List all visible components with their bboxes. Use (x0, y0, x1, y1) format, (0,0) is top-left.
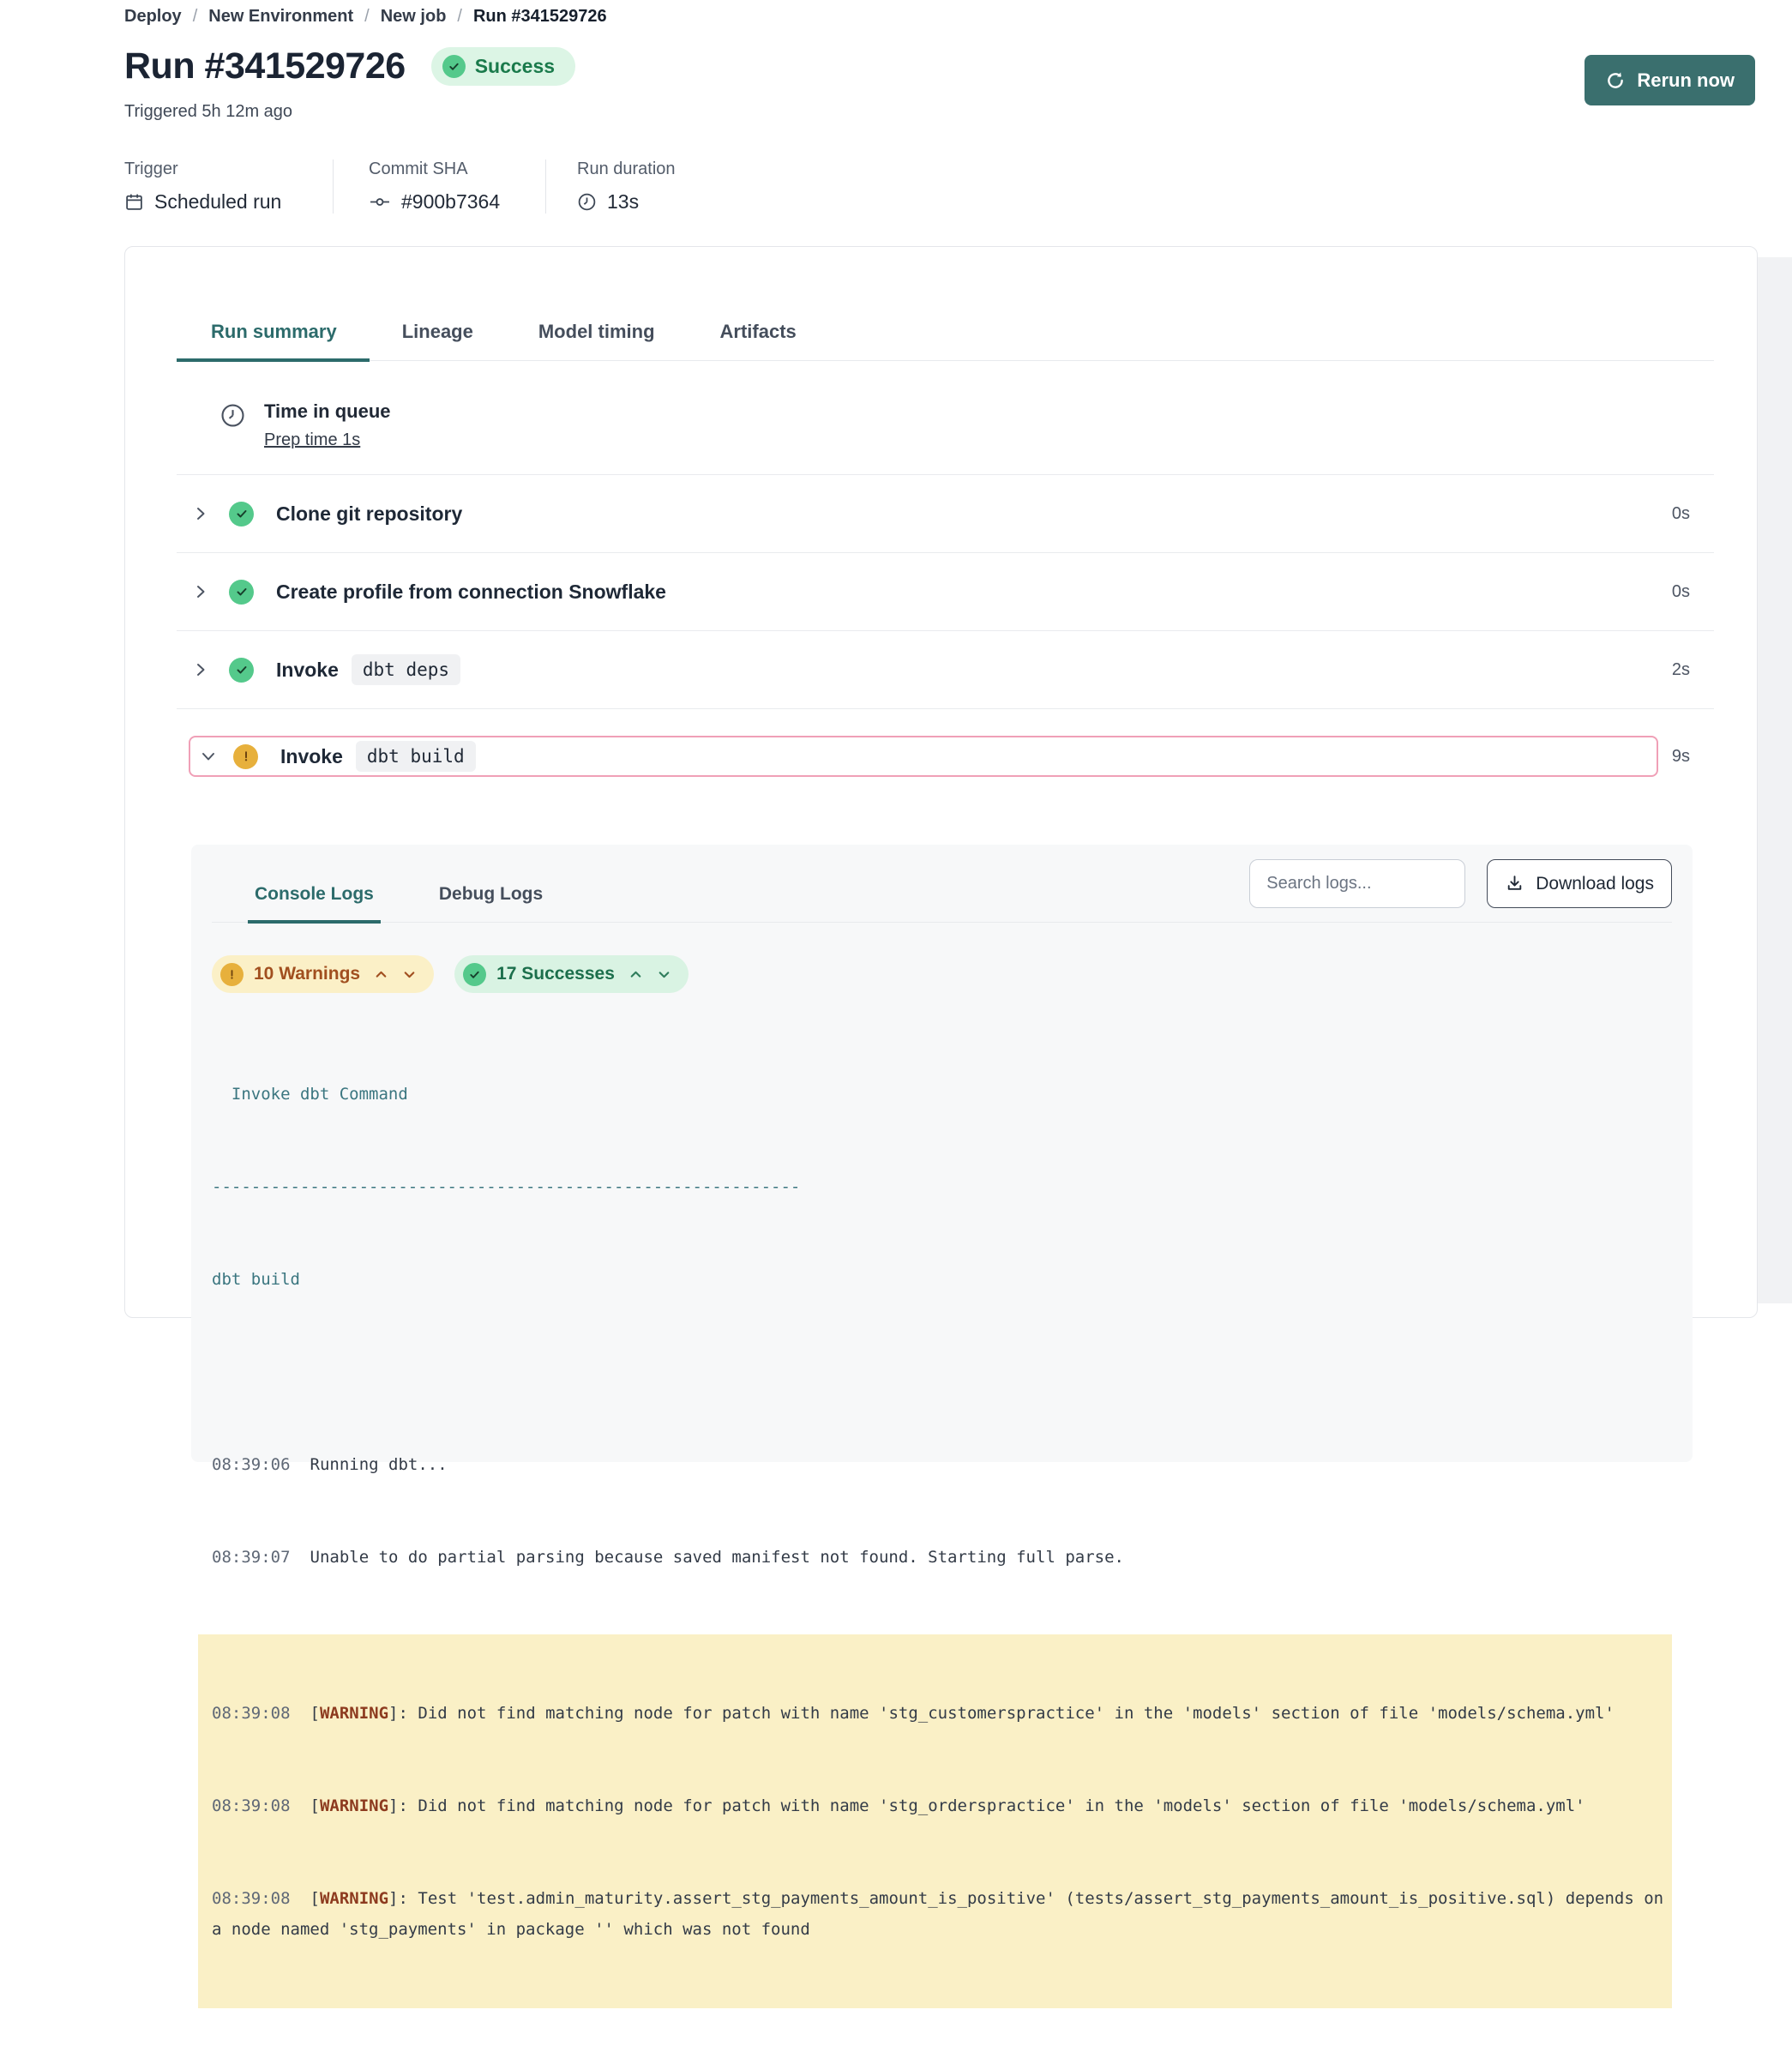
step-row-clone-git[interactable]: Clone git repository 0s (177, 475, 1714, 553)
run-summary-card: Run summary Lineage Model timing Artifac… (124, 246, 1758, 1318)
calendar-icon (124, 192, 144, 212)
duration-value: 13s (577, 190, 676, 214)
commit-info: Commit SHA #900b7364 (333, 159, 545, 214)
breadcrumb: Deploy / New Environment / New job / Run… (124, 7, 1758, 27)
log-line: 08:39:06Running dbt... (212, 1449, 1672, 1480)
rerun-now-button[interactable]: Rerun now (1585, 55, 1755, 105)
step-title: Create profile from connection Snowflake (276, 581, 666, 604)
tab-model-timing[interactable]: Model timing (506, 321, 688, 360)
successes-badge[interactable]: 17 Successes (454, 955, 689, 993)
chevron-right-icon[interactable] (191, 660, 210, 679)
warning-log-block: 08:39:08[WARNING]: Did not find matching… (198, 1634, 1672, 2008)
tab-lineage[interactable]: Lineage (370, 321, 506, 360)
download-logs-button[interactable]: Download logs (1487, 859, 1672, 908)
chevron-down-icon[interactable] (199, 747, 218, 766)
commit-value: #900b7364 (369, 190, 511, 214)
time-in-queue-section: Time in queue Prep time 1s (177, 400, 1714, 450)
chevron-right-icon[interactable] (191, 504, 210, 523)
warning-log-line: 08:39:08[WARNING]: Did not find matching… (212, 1790, 1672, 1821)
tab-bar: Run summary Lineage Model timing Artifac… (177, 321, 1714, 361)
breadcrumb-separator: / (364, 7, 370, 27)
warning-log-line: 08:39:08[WARNING]: Test 'test.admin_matu… (212, 1883, 1672, 1945)
run-info-row: Trigger Scheduled run Commit SHA #900b73… (124, 159, 1758, 214)
duration-label: Run duration (577, 159, 676, 179)
duration-info: Run duration 13s (545, 159, 710, 214)
download-icon (1505, 874, 1524, 894)
page-title: Run #341529726 (124, 45, 406, 87)
warnings-next-chevron-down-icon[interactable] (402, 967, 417, 982)
successes-next-chevron-down-icon[interactable] (657, 967, 671, 982)
chevron-right-icon[interactable] (191, 582, 210, 601)
rerun-icon (1605, 70, 1626, 91)
step-duration: 2s (1672, 660, 1690, 680)
log-line: 08:39:07Unable to do partial parsing bec… (212, 1542, 1672, 1573)
triggered-timestamp: Triggered 5h 12m ago (124, 102, 1758, 122)
success-check-icon (229, 658, 254, 683)
download-button-label: Download logs (1536, 874, 1654, 894)
success-check-icon (463, 963, 486, 986)
title-row: Run #341529726 Success (124, 45, 1758, 87)
breadcrumb-current-run: Run #341529726 (473, 7, 607, 27)
warning-icon (233, 744, 258, 769)
clock-icon (219, 400, 246, 450)
breadcrumb-deploy[interactable]: Deploy (124, 7, 182, 27)
success-check-icon (442, 55, 466, 78)
page-background-gutter (1758, 257, 1792, 1303)
step-duration: 0s (1672, 582, 1690, 602)
step-duration: 0s (1672, 504, 1690, 524)
warning-icon (220, 963, 244, 986)
log-command-header: Invoke dbt Command (212, 1079, 1672, 1110)
tab-run-summary[interactable]: Run summary (177, 321, 370, 360)
step-title: Invoke (280, 745, 343, 768)
log-tabs: Console Logs Debug Logs (212, 872, 608, 922)
successes-prev-chevron-up-icon[interactable] (628, 967, 643, 982)
successes-badge-label: 17 Successes (496, 964, 615, 984)
clock-icon (577, 192, 597, 212)
log-controls: Download logs (1249, 859, 1672, 908)
success-check-icon (229, 580, 254, 605)
log-blank-line (212, 1357, 1672, 1387)
command-chip: dbt build (356, 741, 476, 772)
commit-icon (369, 192, 391, 212)
log-command: dbt build (212, 1264, 1672, 1295)
step-duration: 9s (1672, 747, 1690, 767)
command-chip: dbt deps (352, 654, 460, 685)
tab-artifacts[interactable]: Artifacts (688, 321, 829, 360)
step-row-create-profile[interactable]: Create profile from connection Snowflake… (177, 553, 1714, 631)
log-panel: Console Logs Debug Logs Download logs (191, 845, 1693, 1462)
trigger-value: Scheduled run (124, 190, 298, 214)
search-logs-input[interactable] (1249, 859, 1465, 908)
warning-log-line: 08:39:08[WARNING]: Did not find matching… (212, 1698, 1672, 1729)
console-log-output: Invoke dbt Command ---------------------… (212, 1017, 1672, 2070)
step-title: Clone git repository (276, 502, 462, 526)
commit-label: Commit SHA (369, 159, 511, 179)
rerun-button-label: Rerun now (1637, 69, 1735, 92)
warnings-prev-chevron-up-icon[interactable] (374, 967, 388, 982)
step-row-dbt-deps[interactable]: Invoke dbt deps 2s (177, 631, 1714, 709)
breadcrumb-separator: / (193, 7, 198, 27)
trigger-info: Trigger Scheduled run (124, 159, 333, 214)
warnings-badge[interactable]: 10 Warnings (212, 955, 434, 993)
step-row-dbt-build: Invoke dbt build 9s (177, 709, 1714, 803)
success-check-icon (229, 502, 254, 527)
time-in-queue-title: Time in queue (264, 400, 391, 423)
breadcrumb-job[interactable]: New job (381, 7, 447, 27)
status-badge: Success (431, 47, 575, 86)
breadcrumb-environment[interactable]: New Environment (208, 7, 353, 27)
page-header: Deploy / New Environment / New job / Run… (0, 0, 1792, 214)
tab-debug-logs[interactable]: Debug Logs (439, 872, 543, 922)
expanded-step-dbt-build[interactable]: Invoke dbt build (189, 736, 1658, 777)
step-title: Invoke (276, 659, 339, 682)
breadcrumb-separator: / (457, 7, 462, 27)
log-header: Console Logs Debug Logs Download logs (212, 859, 1672, 923)
trigger-label: Trigger (124, 159, 298, 179)
status-badge-label: Success (475, 55, 555, 78)
tab-console-logs[interactable]: Console Logs (255, 872, 374, 922)
log-filter-badges: 10 Warnings 17 Successes (212, 955, 1672, 993)
log-separator: ----------------------------------------… (212, 1171, 1672, 1202)
prep-time-link[interactable]: Prep time 1s (264, 430, 360, 450)
warnings-badge-label: 10 Warnings (254, 964, 360, 984)
